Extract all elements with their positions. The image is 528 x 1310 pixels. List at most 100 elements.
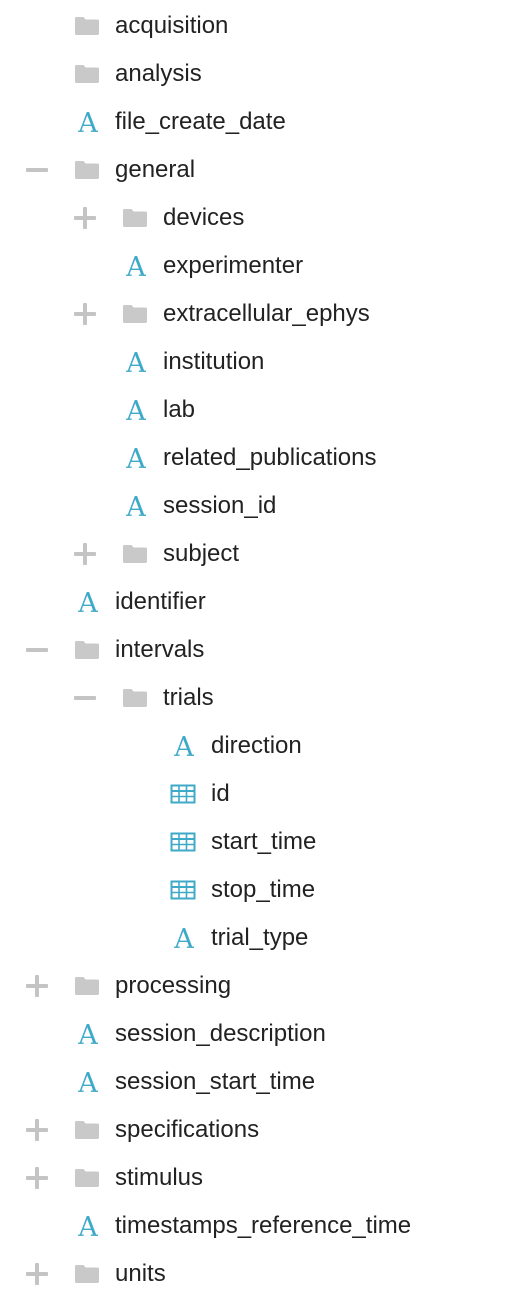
- table-icon: [169, 876, 197, 904]
- tree-item[interactable]: Atrial_type: [0, 914, 528, 962]
- expand-toggle-icon[interactable]: [73, 302, 97, 326]
- collapse-toggle-icon[interactable]: [73, 686, 97, 710]
- tree-item-label: extracellular_ephys: [163, 300, 370, 327]
- tree-item-label: intervals: [115, 636, 205, 663]
- tree-item[interactable]: Asession_start_time: [0, 1058, 528, 1106]
- tree-item[interactable]: Atimestamps_reference_time: [0, 1202, 528, 1250]
- file-tree: acquisition analysis Afile_create_dategene…: [0, 2, 528, 1298]
- attribute-icon: A: [73, 1212, 101, 1240]
- tree-item[interactable]: Asession_description: [0, 1010, 528, 1058]
- tree-item[interactable]: stop_time: [0, 866, 528, 914]
- svg-text:A: A: [173, 732, 194, 760]
- tree-item[interactable]: Afile_create_date: [0, 98, 528, 146]
- tree-item-label: institution: [163, 348, 265, 375]
- tree-item-label: timestamps_reference_time: [115, 1212, 412, 1239]
- attribute-icon: A: [73, 588, 101, 616]
- attribute-icon: A: [121, 444, 149, 472]
- svg-text:A: A: [125, 396, 146, 424]
- expand-toggle-icon[interactable]: [25, 1118, 49, 1142]
- attribute-icon: A: [73, 1020, 101, 1048]
- folder-icon: [73, 636, 101, 664]
- expand-toggle-icon[interactable]: [25, 1166, 49, 1190]
- tree-item-label: stimulus: [115, 1164, 204, 1191]
- tree-item[interactable]: units: [0, 1250, 528, 1298]
- tree-item-label: analysis: [115, 60, 202, 87]
- tree-item[interactable]: acquisition: [0, 2, 528, 50]
- tree-item-label: session_id: [163, 492, 277, 519]
- svg-text:A: A: [125, 252, 146, 280]
- svg-text:A: A: [77, 1068, 98, 1096]
- folder-icon: [73, 1164, 101, 1192]
- tree-item[interactable]: Adirection: [0, 722, 528, 770]
- svg-text:A: A: [173, 924, 194, 952]
- tree-item-label: start_time: [211, 828, 317, 855]
- tree-item[interactable]: Aexperimenter: [0, 242, 528, 290]
- tree-item[interactable]: processing: [0, 962, 528, 1010]
- tree-item[interactable]: Alab: [0, 386, 528, 434]
- tree-item[interactable]: Ainstitution: [0, 338, 528, 386]
- tree-item-label: general: [115, 156, 196, 183]
- tree-item-label: file_create_date: [115, 108, 286, 135]
- tree-item[interactable]: general: [0, 146, 528, 194]
- tree-item-label: id: [211, 780, 230, 807]
- folder-icon: [73, 12, 101, 40]
- attribute-icon: A: [121, 252, 149, 280]
- tree-item[interactable]: start_time: [0, 818, 528, 866]
- attribute-icon: A: [169, 732, 197, 760]
- tree-item[interactable]: trials: [0, 674, 528, 722]
- table-icon: [169, 780, 197, 808]
- attribute-icon: A: [121, 492, 149, 520]
- tree-item[interactable]: intervals: [0, 626, 528, 674]
- folder-icon: [121, 204, 149, 232]
- attribute-icon: A: [73, 108, 101, 136]
- expand-toggle-icon[interactable]: [73, 542, 97, 566]
- tree-item-label: subject: [163, 540, 240, 567]
- folder-icon: [73, 1260, 101, 1288]
- expand-toggle-icon[interactable]: [25, 974, 49, 998]
- folder-icon: [121, 684, 149, 712]
- expand-toggle-icon[interactable]: [73, 206, 97, 230]
- folder-icon: [73, 156, 101, 184]
- tree-item-label: direction: [211, 732, 302, 759]
- tree-item-label: units: [115, 1260, 166, 1287]
- tree-item[interactable]: devices: [0, 194, 528, 242]
- tree-item[interactable]: Aidentifier: [0, 578, 528, 626]
- expand-toggle-icon[interactable]: [25, 1262, 49, 1286]
- tree-item-label: trial_type: [211, 924, 309, 951]
- collapse-toggle-icon[interactable]: [25, 158, 49, 182]
- tree-item-label: experimenter: [163, 252, 304, 279]
- tree-item-label: devices: [163, 204, 245, 231]
- tree-item[interactable]: Asession_id: [0, 482, 528, 530]
- tree-item-label: lab: [163, 396, 196, 423]
- svg-text:A: A: [125, 348, 146, 376]
- tree-item-label: session_description: [115, 1020, 326, 1047]
- folder-icon: [73, 1116, 101, 1144]
- tree-item-label: identifier: [115, 588, 206, 615]
- attribute-icon: A: [121, 348, 149, 376]
- tree-item[interactable]: stimulus: [0, 1154, 528, 1202]
- tree-item-label: related_publications: [163, 444, 377, 471]
- tree-item[interactable]: Arelated_publications: [0, 434, 528, 482]
- folder-icon: [73, 60, 101, 88]
- folder-icon: [121, 300, 149, 328]
- tree-item-label: specifications: [115, 1116, 260, 1143]
- attribute-icon: A: [169, 924, 197, 952]
- svg-text:A: A: [77, 588, 98, 616]
- attribute-icon: A: [121, 396, 149, 424]
- svg-text:A: A: [77, 108, 98, 136]
- svg-text:A: A: [77, 1020, 98, 1048]
- tree-item[interactable]: id: [0, 770, 528, 818]
- tree-item[interactable]: analysis: [0, 50, 528, 98]
- tree-item-label: trials: [163, 684, 214, 711]
- tree-item[interactable]: specifications: [0, 1106, 528, 1154]
- collapse-toggle-icon[interactable]: [25, 638, 49, 662]
- tree-item-label: stop_time: [211, 876, 316, 903]
- tree-item[interactable]: subject: [0, 530, 528, 578]
- folder-icon: [73, 972, 101, 1000]
- svg-text:A: A: [125, 444, 146, 472]
- tree-item-label: session_start_time: [115, 1068, 316, 1095]
- tree-item-label: acquisition: [115, 12, 229, 39]
- tree-item-label: processing: [115, 972, 232, 999]
- tree-item[interactable]: extracellular_ephys: [0, 290, 528, 338]
- attribute-icon: A: [73, 1068, 101, 1096]
